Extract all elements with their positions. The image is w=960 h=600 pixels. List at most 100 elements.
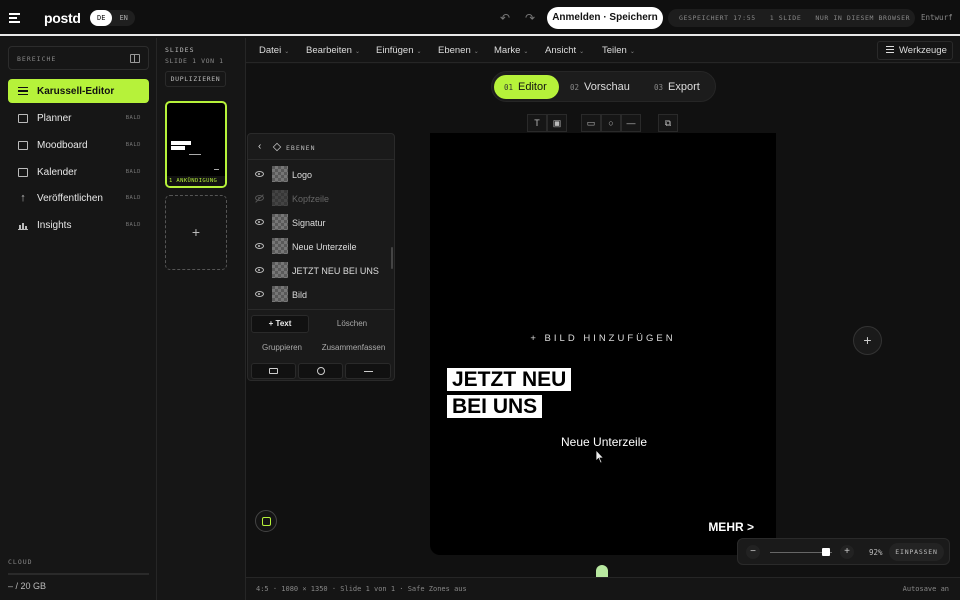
circle-tool-icon[interactable]: ○ [601,114,621,132]
eye-off-icon[interactable] [255,195,264,201]
tools-button[interactable]: Werkzeuge [877,41,953,60]
add-rectangle-button[interactable] [251,363,296,379]
sidebar-item-moodboard[interactable]: Moodboard BALD [8,133,149,157]
sidebar: BEREICHE Karussell-Editor Planner BALD M… [0,38,157,600]
eye-icon[interactable] [255,171,264,177]
fit-to-screen-button[interactable]: EINPASSEN [889,543,944,561]
menu-teilen[interactable]: Teilen ⌄ [602,45,635,56]
zoom-slider[interactable] [770,548,832,556]
text-tool-icon[interactable]: T [527,114,547,132]
rectangle-tool-icon[interactable]: ▭ [581,114,601,132]
merge-button[interactable]: Zusammenfassen [316,339,391,357]
delete-button[interactable]: Löschen [316,315,388,333]
sidebar-item-label: Kalender [37,166,78,178]
eye-icon[interactable] [255,291,264,297]
headline-line-1[interactable]: JETZT NEU [447,368,572,391]
duplicate-slide-button[interactable]: DUPLIZIEREN [165,71,226,87]
chevron-left-icon[interactable]: ‹ [258,141,261,152]
menu-einfuegen[interactable]: Einfügen ⌄ [376,45,422,56]
chevron-down-icon: ⌄ [629,49,635,55]
chevron-down-icon: ⌄ [579,49,585,55]
group-button[interactable]: Gruppieren [251,339,313,357]
menu-label: Bearbeiten [306,45,352,56]
more-cta-text[interactable]: MEHR > [708,520,754,534]
layers-scrollbar[interactable] [391,247,393,269]
assistant-blob-icon[interactable] [596,565,608,577]
autosave-status[interactable]: Autosave an [903,585,949,593]
layer-row-neue-unterzeile[interactable]: Neue Unterzeile [248,235,390,259]
sidebar-item-planner[interactable]: Planner BALD [8,106,149,130]
app-logo[interactable]: postd [44,10,81,26]
sidebar-item-label: Karussell-Editor [37,85,115,97]
storage-bar [8,573,149,575]
sidebar-section-label: BEREICHE [17,55,57,63]
layer-row-logo[interactable]: Logo [248,163,390,187]
chevron-down-icon: ⌄ [284,49,290,55]
add-circle-button[interactable] [298,363,343,379]
sidebar-item-kalender[interactable]: Kalender BALD [8,160,149,184]
canvas-info: 4:5 · 1080 × 1350 · Slide 1 von 1 · Safe… [256,585,467,593]
subline-text[interactable]: Neue Unterzeile [561,435,647,449]
menu-bearbeiten[interactable]: Bearbeiten ⌄ [306,45,360,56]
layer-row-bild[interactable]: Bild [248,283,390,307]
slide-thumbnail[interactable]: 1 ANKÜNDIGUNG [165,101,227,188]
slide-canvas[interactable]: + BILD HINZUFÜGEN JETZT NEU BEI UNS Neue… [430,133,776,555]
mode-export-tab[interactable]: 03 Export [654,75,709,99]
thumb-headline-line [171,141,191,145]
menu-datei[interactable]: Datei ⌄ [259,45,289,56]
layers-stack-icon [272,142,282,152]
menu-ebenen[interactable]: Ebenen ⌄ [438,45,479,56]
layer-row-signatur[interactable]: Signatur [248,211,390,235]
eye-icon[interactable] [255,267,264,273]
top-bar: postd DE EN ↶ ↷ Anmelden · Speichern GES… [0,0,960,36]
slides-panel: SLIDES SLIDE 1 VON 1 DUPLIZIEREN 1 ANKÜN… [157,38,246,600]
sidebar-item-insights[interactable]: Insights BALD [8,213,149,237]
sidebar-item-karussell-editor[interactable]: Karussell-Editor [8,79,149,103]
layer-name: Signatur [292,218,326,228]
chevron-down-icon: ⌄ [416,49,422,55]
add-line-button[interactable] [345,363,391,379]
sidebar-collapse-icon[interactable] [130,54,140,63]
mouse-cursor-icon [595,449,605,464]
language-en-button[interactable]: EN [112,10,134,26]
menu-marke[interactable]: Marke ⌄ [494,45,528,56]
add-image-placeholder[interactable]: + BILD HINZUFÜGEN [430,333,776,344]
hamburger-menu-icon[interactable] [9,13,20,23]
menu-label: Ansicht [545,45,577,56]
draft-label[interactable]: Entwurf [921,13,953,22]
insert-toolbar: T ▣ [527,114,567,132]
add-slide-button[interactable]: + [165,195,227,270]
slides-title: SLIDES [165,46,195,54]
mode-editor-tab[interactable]: 01 Editor [494,75,559,99]
layer-thumbnail [272,238,288,254]
layer-row-kopfzeile[interactable]: Kopfzeile [248,187,390,211]
sidebar-item-veroeffentlichen[interactable]: ↑ Veröffentlichen BALD [8,186,149,210]
copy-tool-icon[interactable]: ⧉ [658,114,678,132]
eye-icon[interactable] [255,219,264,225]
image-tool-icon[interactable]: ▣ [547,114,567,132]
layer-row-headline[interactable]: JETZT NEU BEI UNS [248,259,390,283]
layers-panel-title: EBENEN [286,144,316,152]
saved-status: GESPEICHERT 17:55 [679,14,756,22]
grid-icon [18,140,28,150]
sidebar-item-label: Insights [37,219,72,231]
line-tool-icon[interactable]: — [621,114,641,132]
redo-icon[interactable]: ↷ [525,12,537,24]
coming-soon-badge: BALD [125,169,141,175]
eye-icon[interactable] [255,243,264,249]
tools-menu-icon [886,45,894,53]
mode-number: 03 [654,83,664,92]
menu-ansicht[interactable]: Ansicht ⌄ [545,45,584,56]
table-icon [18,113,28,123]
headline-line-2[interactable]: BEI UNS [447,395,543,418]
undo-icon[interactable]: ↶ [500,12,512,24]
zoom-in-button[interactable]: + [840,545,854,559]
login-save-button[interactable]: Anmelden · Speichern [547,7,663,29]
add-slide-fab-button[interactable]: + [853,326,882,355]
mode-preview-tab[interactable]: 02 Vorschau [570,75,642,99]
zoom-slider-handle[interactable] [822,548,830,556]
zoom-out-button[interactable]: − [746,545,760,559]
notes-fab-button[interactable] [255,510,277,532]
language-de-button[interactable]: DE [90,10,113,26]
add-text-button[interactable]: + Text [251,315,309,333]
